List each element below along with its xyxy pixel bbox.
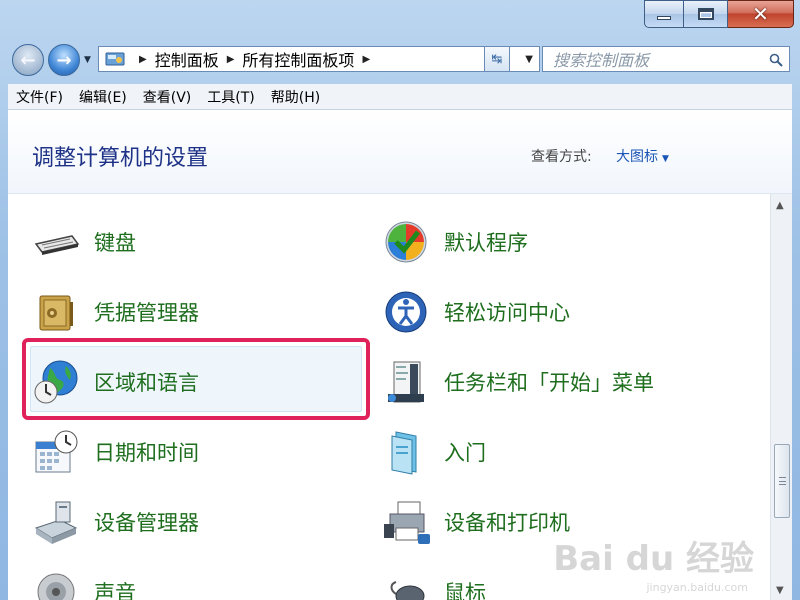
content-header: 调整计算机的设置 查看方式: 大图标 ▼ [8,110,792,194]
keyboard-icon [32,218,80,266]
content-pane: 调整计算机的设置 查看方式: 大图标 ▼ 键盘 默认程序 凭据管理器 轻松访问中… [8,110,792,600]
watermark-url: jingyan.baidu.com [646,581,748,594]
item-label: 设备和打印机 [444,511,570,535]
getting-started-icon [382,428,430,476]
view-by-label: 查看方式: [531,149,592,165]
default-programs-icon [382,218,430,266]
scroll-up-icon[interactable]: ▲ [776,200,784,211]
minimize-button[interactable] [644,0,684,28]
navigation-bar: ← → ▼ ▶ 控制面板 ▶ 所有控制面板项 ▶ ▼ ↹ 搜索控制面板 [10,40,790,80]
close-icon: ✕ [752,2,769,26]
taskbar-icon [382,358,430,406]
maximize-button[interactable] [684,0,728,28]
forward-arrow-icon: → [56,49,72,71]
back-button[interactable]: ← [12,44,44,76]
item-label: 区域和语言 [94,371,199,395]
breadcrumb-separator-icon[interactable]: ▶ [227,54,235,65]
item-sound[interactable]: 声音 [32,564,136,600]
credential-manager-icon [32,288,80,336]
address-bar[interactable]: ▶ 控制面板 ▶ 所有控制面板项 ▶ ▼ [98,46,540,72]
item-label: 键盘 [94,231,136,255]
refresh-icon: ↹ [491,51,503,67]
item-keyboard[interactable]: 键盘 [32,214,136,270]
view-by-value: 大图标 [616,149,658,165]
view-by-dropdown[interactable]: 大图标 ▼ [616,146,669,166]
page-title: 调整计算机的设置 [32,146,209,171]
item-label: 任务栏和「开始」菜单 [444,371,654,395]
vertical-scrollbar[interactable]: ▲ ▼ [770,194,792,600]
item-credential-manager[interactable]: 凭据管理器 [32,284,199,340]
mouse-icon [382,568,430,600]
refresh-button[interactable]: ↹ [484,46,510,72]
item-label: 凭据管理器 [94,301,199,325]
menu-view[interactable]: 查看(V) [135,87,200,107]
item-label: 日期和时间 [94,441,199,465]
caption-buttons: ✕ [644,0,794,30]
item-label: 声音 [94,581,136,600]
item-date-time[interactable]: 日期和时间 [32,424,199,480]
menu-edit[interactable]: 编辑(E) [71,87,135,107]
minimize-icon [657,16,671,20]
back-arrow-icon: ← [20,49,36,71]
item-label: 默认程序 [444,231,528,255]
item-label: 设备管理器 [94,511,199,535]
item-devices-printers[interactable]: 设备和打印机 [382,494,570,550]
region-language-icon [32,358,80,406]
item-device-manager[interactable]: 设备管理器 [32,494,199,550]
devices-printers-icon [382,498,430,546]
watermark-logo: Bai du 经验 [553,539,754,579]
item-mouse[interactable]: 鼠标 [382,564,486,600]
item-label: 轻松访问中心 [444,301,570,325]
breadcrumb-control-panel[interactable]: 控制面板 [155,47,219,71]
control-panel-icon [105,51,125,67]
item-region-language[interactable]: 区域和语言 [32,354,199,410]
chevron-down-icon: ▼ [662,154,669,164]
breadcrumb-separator-icon[interactable]: ▶ [139,54,147,65]
item-default-programs[interactable]: 默认程序 [382,214,528,270]
device-manager-icon [32,498,80,546]
item-ease-of-access[interactable]: 轻松访问中心 [382,284,570,340]
control-panel-window: ✕ ← → ▼ ▶ 控制面板 ▶ 所有控制面板项 ▶ ▼ ↹ 搜索控制面板 文件… [0,0,800,600]
item-getting-started[interactable]: 入门 [382,424,486,480]
date-time-icon [32,428,80,476]
breadcrumb-all-items[interactable]: 所有控制面板项 [242,47,354,71]
search-placeholder: 搜索控制面板 [553,51,650,70]
ease-of-access-icon [382,288,430,336]
maximize-icon [697,8,714,20]
scroll-down-icon[interactable]: ▼ [776,585,784,596]
item-label: 入门 [444,441,486,465]
recent-pages-dropdown[interactable]: ▼ [84,55,91,65]
item-label: 鼠标 [444,581,486,600]
close-button[interactable]: ✕ [728,0,794,28]
item-taskbar-start-menu[interactable]: 任务栏和「开始」菜单 [382,354,654,410]
menu-file[interactable]: 文件(F) [8,87,71,107]
scrollbar-thumb[interactable] [774,444,790,518]
menu-help[interactable]: 帮助(H) [263,87,328,107]
menu-bar: 文件(F) 编辑(E) 查看(V) 工具(T) 帮助(H) [8,84,792,110]
search-icon[interactable] [769,52,783,67]
grip-icon [779,477,786,485]
forward-button[interactable]: → [48,44,80,76]
sound-icon [32,568,80,600]
search-input[interactable]: 搜索控制面板 [542,46,790,72]
address-dropdown-icon[interactable]: ▼ [525,54,533,65]
menu-tools[interactable]: 工具(T) [199,87,262,107]
breadcrumb-separator-icon[interactable]: ▶ [362,54,370,65]
